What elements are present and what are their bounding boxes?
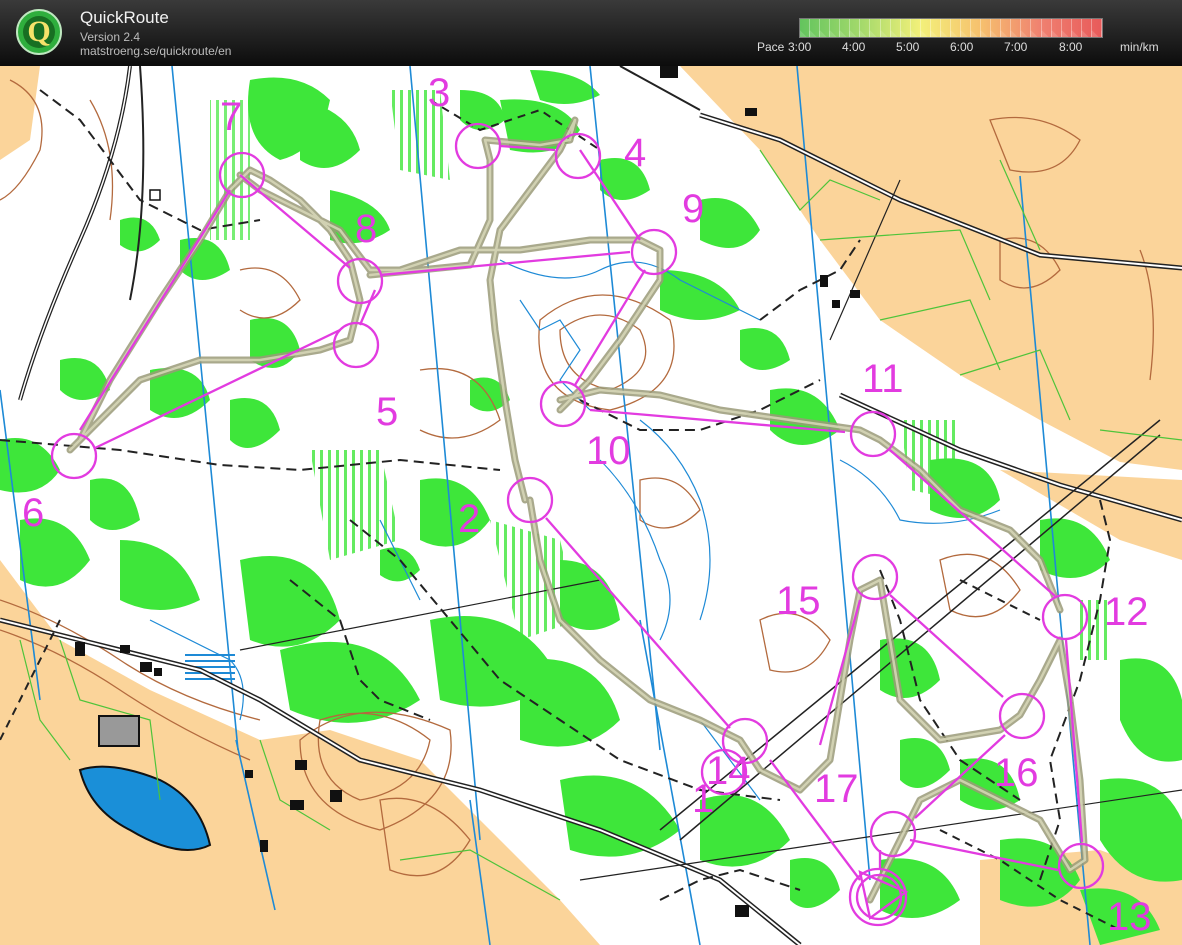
control-number: 6	[22, 491, 44, 535]
control-number: 7	[220, 95, 242, 139]
pace-color-scale	[799, 18, 1103, 38]
pace-tick: 7:00	[1004, 40, 1028, 54]
pace-tick: 4:00	[842, 40, 866, 54]
pace-scale-labels: Pace 3:00 4:00 5:00 6:00 7:00 8:00 min/k…	[0, 40, 1182, 56]
control-number: 15	[776, 579, 821, 623]
control-number: 11	[862, 357, 904, 401]
pace-unit: min/km	[1120, 40, 1159, 54]
control-number: 13	[1107, 895, 1152, 939]
pace-tick: 8:00	[1059, 40, 1083, 54]
control-number: 4	[624, 131, 646, 175]
app-header: Q QuickRoute Version 2.4 matstroeng.se/q…	[0, 0, 1182, 66]
control-number: 8	[355, 207, 377, 251]
orienteering-map[interactable]: 12345678 91011121314151617	[0, 66, 1182, 945]
app-title: QuickRoute	[80, 8, 169, 27]
control-number: 2	[458, 497, 480, 541]
control-number: 10	[586, 429, 631, 473]
pace-tick: 5:00	[896, 40, 920, 54]
pace-tick: 6:00	[950, 40, 974, 54]
control-number: 14	[706, 749, 751, 793]
pace-tick: 3:00	[788, 40, 812, 54]
control-number: 9	[682, 187, 704, 231]
control-number: 16	[994, 751, 1039, 795]
pace-label-prefix: Pace	[757, 40, 785, 54]
control-number: 5	[376, 390, 398, 434]
control-number: 3	[428, 71, 450, 115]
control-number: 12	[1104, 590, 1149, 634]
control-number: 17	[814, 767, 859, 811]
